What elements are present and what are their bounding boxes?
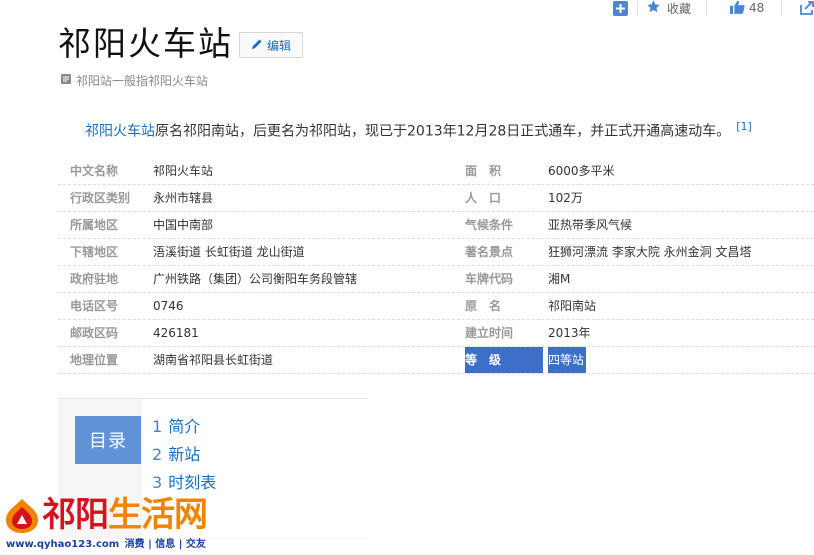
catalog-item-number: 2 (152, 445, 163, 464)
page-title: 祁阳火车站 (58, 24, 233, 63)
info-key: 著名景点 (465, 245, 514, 259)
info-value: 广州铁路（集团）公司衡阳车务段管辖 (153, 272, 358, 286)
info-value: 0746 (153, 299, 184, 313)
like-button[interactable]: 48 (730, 0, 764, 16)
document-icon (60, 73, 72, 88)
add-icon[interactable] (613, 0, 628, 16)
info-key: 地理位置 (70, 353, 119, 367)
catalog-item-new-station[interactable]: 2 新站 (152, 441, 216, 469)
info-value: 426181 (153, 326, 199, 340)
share-icon[interactable] (800, 0, 814, 16)
summary-text: 原名祁阳南站，后更名为祁阳站，现已于2013年12月28日正式通车，并正式开通高… (155, 123, 731, 140)
info-key: 所属地区 (70, 218, 119, 232)
info-row: 下辖地区 浯溪街道 长虹街道 龙山街道 著名景点 狂狮河漂流 李家大院 永州金洞… (58, 239, 814, 266)
star-icon (646, 0, 661, 17)
info-value: 祁阳南站 (548, 299, 597, 313)
info-value: 2013年 (548, 326, 591, 340)
info-row: 所属地区 中国中南部 气候条件 亚热带季风气候 (58, 212, 814, 239)
summary-paragraph: 祁阳火车站原名祁阳南站，后更名为祁阳站，现已于2013年12月28日正式通车，并… (85, 117, 805, 142)
watermark-url-line: www.qyhao123.com 消费 | 信息 | 交友 (6, 535, 206, 550)
edit-label: 编辑 (266, 38, 291, 53)
catalog-item-timetable[interactable]: 3 时刻表 (152, 469, 216, 497)
info-row: 行政区类别 永州市辖县 人 口 102万 (58, 185, 814, 212)
info-key-selected: 等 级 (465, 347, 543, 373)
pencil-icon (251, 38, 263, 53)
info-value: 湖南省祁阳县长虹街道 (153, 353, 274, 367)
catalog-item-label: 新站 (168, 445, 201, 464)
watermark-text-red: 祁阳 (42, 495, 109, 535)
info-value: 湘M (548, 272, 571, 286)
info-row: 邮政区码 426181 建立时间 2013年 (58, 320, 814, 347)
info-value: 浯溪街道 长虹街道 龙山街道 (153, 245, 305, 259)
info-table: 中文名称 祁阳火车站 面 积 6000多平米 行政区类别 永州市辖县 人 口 1… (58, 158, 814, 374)
info-row: 政府驻地 广州铁路（集团）公司衡阳车务段管辖 车牌代码 湘M (58, 266, 814, 293)
watermark-title: 祁阳生活网 (42, 494, 208, 536)
info-row: 中文名称 祁阳火车站 面 积 6000多平米 (58, 158, 814, 185)
thumbs-up-icon (730, 0, 745, 17)
info-key: 气候条件 (465, 218, 514, 232)
catalog-item-intro[interactable]: 1 简介 (152, 413, 216, 441)
info-row: 电话区号 0746 原 名 祁阳南站 (58, 293, 814, 320)
info-value: 亚热带季风气候 (548, 218, 633, 232)
toolbar-divider (706, 0, 707, 16)
summary-title-link[interactable]: 祁阳火车站 (85, 124, 155, 140)
info-value: 永州市辖县 (153, 191, 214, 205)
subtitle-text: 祁阳站一般指祁阳火车站 (76, 74, 209, 88)
info-key: 面 积 (465, 164, 502, 178)
info-key: 下辖地区 (70, 245, 119, 259)
info-key: 车牌代码 (465, 272, 514, 286)
like-count: 48 (749, 1, 765, 15)
info-key: 行政区类别 (70, 191, 131, 205)
catalog-item-number: 1 (152, 417, 163, 436)
info-key: 电话区号 (70, 299, 119, 313)
info-value: 6000多平米 (548, 164, 615, 178)
disambiguation-note: 祁阳站一般指祁阳火车站 (60, 72, 208, 89)
info-value: 中国中南部 (153, 218, 214, 232)
info-key: 人 口 (465, 191, 502, 205)
info-key: 原 名 (465, 299, 502, 313)
info-key: 建立时间 (465, 326, 514, 340)
catalog-list: 1 简介 2 新站 3 时刻表 (152, 413, 216, 497)
info-key: 邮政区码 (70, 326, 119, 340)
info-value-selected: 四等站 (548, 347, 587, 373)
reference-link[interactable]: [1] (736, 120, 752, 133)
catalog-item-label: 时刻表 (168, 473, 217, 492)
favorite-button[interactable]: 收藏 (646, 0, 691, 16)
info-key: 政府驻地 (70, 272, 119, 286)
info-value: 102万 (548, 191, 583, 205)
toolbar-divider (781, 0, 782, 16)
favorite-label: 收藏 (667, 1, 692, 16)
catalog-item-number: 3 (152, 473, 163, 492)
info-row: 地理位置 湖南省祁阳县长虹街道 等 级 四等站 (58, 347, 814, 374)
info-key: 中文名称 (70, 164, 119, 178)
watermark-tags: 消费 | 信息 | 交友 (124, 539, 206, 550)
watermark-text-orange: 生活网 (108, 495, 208, 535)
info-value: 祁阳火车站 (153, 164, 214, 178)
info-value: 狂狮河漂流 李家大院 永州金洞 文昌塔 (548, 245, 752, 259)
catalog-label: 目录 (75, 416, 141, 464)
edit-button[interactable]: 编辑 (239, 32, 303, 58)
watermark-url: www.qyhao123.com (6, 539, 120, 550)
watermark-logo-icon (4, 497, 40, 539)
toolbar-divider (637, 0, 638, 16)
catalog-item-label: 简介 (168, 417, 201, 436)
